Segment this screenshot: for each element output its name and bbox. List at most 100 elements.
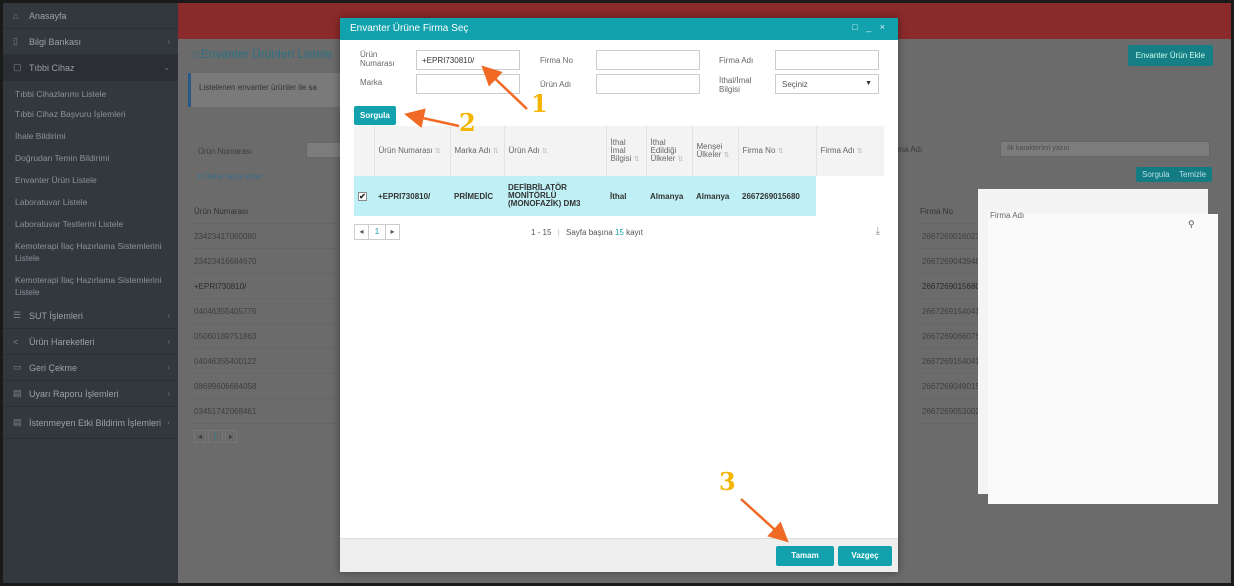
table-row[interactable]: 2667269016023 [916,224,980,249]
sidebar-item-label: Ürün Hareketleri [29,336,95,347]
list-icon: ☰ [13,310,22,320]
table-row[interactable]: 2667269049015 [916,374,980,399]
sidebar-item-label: Anasayfa [29,10,67,21]
bg-search-button[interactable]: Sorgula [1136,167,1176,182]
sidebar-item-urun-hareketleri[interactable]: < Ürün Hareketleri ‹ [3,329,178,355]
sidebar-item-geri-cekme[interactable]: ▭ Geri Çekme ‹ [3,355,178,381]
cell-urun-numarasi: +EPRI730810/ [374,176,450,216]
table-row[interactable]: 2667269154041 [916,349,980,374]
column-label: İthal Edildiği Ülkeler [650,137,677,163]
column-label: Marka Adı [454,145,491,155]
table-row[interactable]: 08699606684058 [188,374,358,399]
marka-label: Marka [360,78,383,87]
sidebar-subitem-laboratuvar-listele[interactable]: Laboratuvar Listele [3,191,178,213]
ithal-imal-select[interactable]: Seçiniz ▼ [775,74,879,94]
sidebar-item-tibbi-cihaz[interactable]: ▢ Tıbbi Cihaz ⌄ [3,55,178,81]
sidebar-subitem-kemoterapi-1[interactable]: Kemoterapi İlaç Hazırlama Sistemlerini L… [3,235,178,269]
sort-icon: ⇅ [492,147,499,155]
sort-icon: ⇅ [856,147,863,155]
column-label: İthal İmal Bilgisi [610,137,632,163]
sidebar-item-label: SUT İşlemleri [29,310,83,321]
search-placeholder: İlk karakterleri yazın [1007,145,1070,152]
pager-per-page-value[interactable]: 15 [615,228,624,237]
bg-table-right: Firma No 2667269016023 2667269043948 266… [916,199,980,424]
bg-clear-button[interactable]: Temizle [1173,167,1213,182]
firma-no-input[interactable] [596,50,700,70]
cell-mensei-ulke: Almanya [692,176,738,216]
table-row[interactable]: 23423417060080 [188,224,358,249]
sidebar-subitem-tibbi-cihazlarimi-listele[interactable]: Tıbbi Cihazlarımı Listele [3,85,178,103]
info-text: Listelenen envanter ürünler ile sa [199,83,317,92]
pager-prev-icon[interactable]: ◂ [354,224,369,240]
firma-adi-search-input[interactable]: İlk karakterleri yazın [1000,141,1210,157]
more-filters-link[interactable]: ▾ Daha fazla kriter [198,172,262,181]
sidebar-item-sut-islemleri[interactable]: ☰ SUT İşlemleri ‹ [3,303,178,329]
table-row[interactable]: 2667269043948 [916,249,980,274]
window-controls-icon[interactable]: □ _ × [852,22,888,32]
download-icon[interactable]: ⤓ [876,226,880,237]
table-row[interactable]: 23423416684670 [188,249,358,274]
pager-next[interactable]: ▸ [224,430,237,443]
table-row[interactable]: 04046355400122 [188,349,358,374]
firma-adi-input[interactable] [775,50,879,70]
sort-icon: ⇅ [777,147,784,155]
chevron-left-icon: ‹ [167,37,170,46]
table-header-row: Ürün Numarası ⇅ Marka Adı ⇅ Ürün Adı ⇅ İ… [354,126,884,176]
table-row[interactable]: 2667269015680 [916,274,980,299]
bg-column-header: Firma No [916,199,976,224]
table-row[interactable]: 2667269053002 [916,399,980,424]
annotation-step-2: 2 [459,108,476,137]
sidebar-item-bilgi-bankasi[interactable]: ▯ Bilgi Bankası ‹ [3,29,178,55]
ithal-imal-label: İthal/İmal Bilgisi [719,76,752,94]
column-header[interactable]: Firma Adı ⇅ [816,126,884,176]
bg-column-header: Ürün Numarası [188,199,358,224]
column-header[interactable]: Menşei Ülkeler ⇅ [692,126,739,176]
pager-next-icon[interactable]: ▸ [385,224,400,240]
firma-select-modal: Envanter Ürüne Firma Seç □ _ × Ürün Numa… [340,18,898,572]
sidebar-subitem-dogrudan-temin[interactable]: Doğrudan Temin Bildirimi [3,147,178,169]
sidebar-subitem-kemoterapi-2[interactable]: Kemoterapi İlaç Hazırlama Sistemlerini L… [3,269,178,303]
table-row[interactable]: 2667269066075 [916,324,980,349]
table-row[interactable]: ✔ +EPRI730810/ PRİMEDİC DEFİBRİLATÖR MON… [354,176,884,216]
checkbox-checked-icon[interactable]: ✔ [358,191,367,201]
sort-icon: ⇅ [633,155,640,163]
sort-icon: ⇅ [677,155,684,163]
table-row[interactable]: 05060189751863 [188,324,358,349]
sidebar-item-anasayfa[interactable]: ⌂ Anasayfa [3,3,178,29]
table-row[interactable]: +EPRI730810/ [188,274,358,299]
cancel-button[interactable]: Vazgeç [838,546,892,566]
sidebar-item-uyari-raporu[interactable]: ▤ Uyarı Raporu İşlemleri ‹ [3,381,178,407]
pager-per-page-text: Sayfa başına [566,228,613,237]
sidebar-item-istenmeyen-etki[interactable]: ▤ İstenmeyen Etki Bildirim İşlemleri ‹ [3,407,178,439]
column-header[interactable]: Ürün Adı ⇅ [504,126,607,176]
select-value: Seçiniz [782,80,808,89]
table-row[interactable]: 03451742068461 [188,399,358,424]
pager-page[interactable]: 1 [208,430,223,443]
column-label: Ürün Numarası [378,145,433,155]
table-row[interactable]: 04046355405776 [188,299,358,324]
column-header[interactable]: Ürün Numarası ⇅ [374,126,451,176]
pager-prev[interactable]: ◂ [194,430,207,443]
column-label: Firma Adı [820,145,855,155]
row-checkbox-cell[interactable]: ✔ [354,176,374,216]
sort-icon: ⇅ [723,151,730,159]
modal-header: Envanter Ürüne Firma Seç □ _ × [340,18,898,40]
sidebar-subitem-envanter-urun-listele[interactable]: Envanter Ürün Listele [3,169,178,191]
warning-icon: ▤ [13,417,22,427]
column-header[interactable]: Firma No ⇅ [738,126,817,176]
urun-numarasi-input[interactable]: +EPRI730810/ [416,50,520,70]
sidebar-subitem-laboratuvar-testleri[interactable]: Laboratuvar Testlerini Listele [3,213,178,235]
urun-adi-input[interactable] [596,74,700,94]
column-header[interactable]: İthal Edildiği Ülkeler ⇅ [646,126,693,176]
sidebar-subitem-ihale-bildirimi[interactable]: İhale Bildirimi [3,125,178,147]
table-row[interactable]: 2667269154041 [916,299,980,324]
pager-range: 1 - 15 [531,228,552,237]
sidebar-subitem-basvuru-islemleri[interactable]: Tıbbi Cihaz Başvuru İşlemleri [3,103,178,125]
add-inventory-button[interactable]: Envanter Ürün Ekle [1127,45,1213,66]
marka-input[interactable] [416,74,520,94]
filter-icon[interactable]: ⚲ [1188,219,1195,230]
column-header[interactable]: İthal İmal Bilgisi ⇅ [606,126,647,176]
pager-current-page[interactable]: 1 [368,224,386,240]
ok-button[interactable]: Tamam [776,546,834,566]
search-button[interactable]: Sorgula [354,106,396,125]
